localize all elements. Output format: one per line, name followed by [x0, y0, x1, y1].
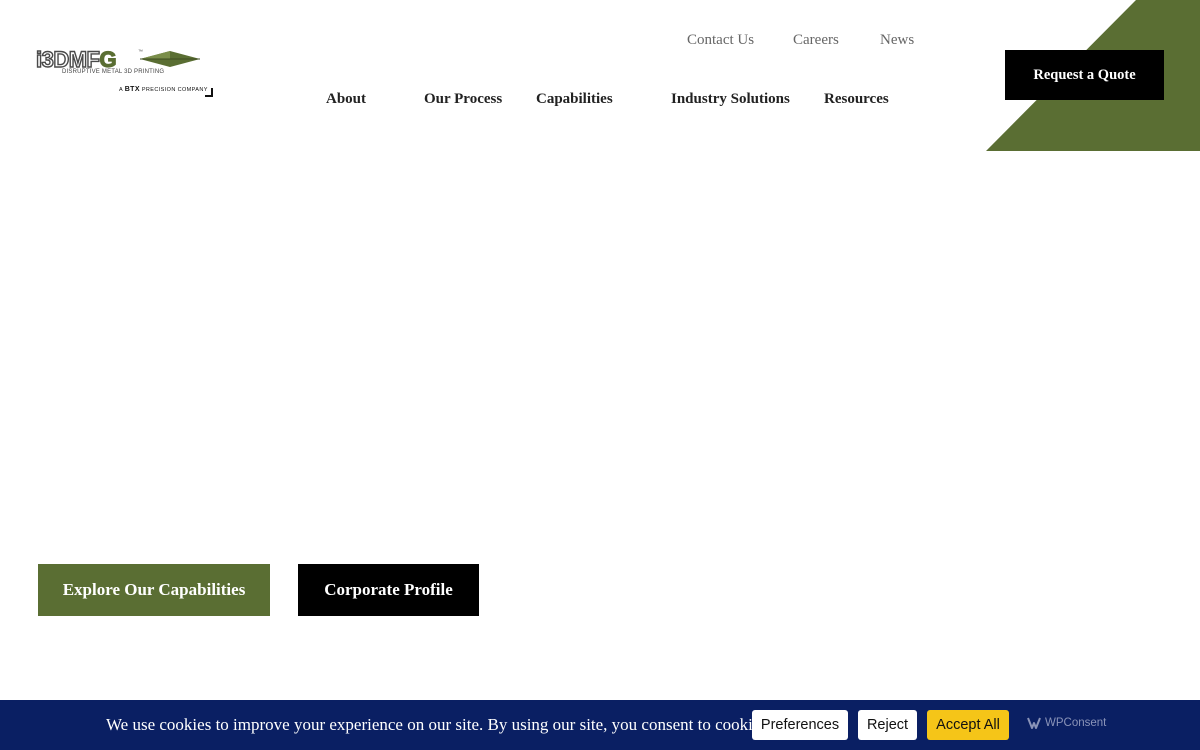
nav-about[interactable]: About: [326, 91, 366, 108]
wpconsent-link[interactable]: WPConsent: [1027, 717, 1106, 729]
wpconsent-label: WPConsent: [1045, 717, 1107, 729]
wpconsent-logo-icon: [1027, 717, 1041, 729]
logo-corner-mark: [205, 88, 213, 97]
nav-news[interactable]: News: [880, 32, 914, 49]
cookie-preferences-button[interactable]: Preferences: [752, 710, 848, 740]
nav-capabilities[interactable]: Capabilities: [536, 91, 613, 108]
logo-tagline: DISRUPTIVE METAL 3D PRINTING: [62, 69, 165, 75]
nav-careers[interactable]: Careers: [793, 32, 839, 49]
site-logo[interactable]: i3DMFG ™ DISRUPTIVE METAL 3D PRINTING A …: [35, 46, 216, 101]
cookie-message: We use cookies to improve your experienc…: [106, 715, 772, 734]
cookie-accept-all-button[interactable]: Accept All: [927, 710, 1009, 740]
cookie-banner: We use cookies to improve your experienc…: [0, 700, 1200, 750]
nav-industry-solutions[interactable]: Industry Solutions: [671, 91, 790, 108]
logo-arrow-icon: [140, 51, 200, 67]
cookie-reject-button[interactable]: Reject: [858, 710, 917, 740]
logo-parent-company: A BTX PRECISION COMPANY: [119, 86, 208, 93]
corporate-profile-button[interactable]: Corporate Profile: [298, 564, 479, 616]
nav-our-process[interactable]: Our Process: [424, 91, 502, 108]
explore-capabilities-button[interactable]: Explore Our Capabilities: [38, 564, 270, 616]
request-quote-button[interactable]: Request a Quote: [1005, 50, 1164, 100]
nav-resources[interactable]: Resources: [824, 91, 889, 108]
nav-contact-us[interactable]: Contact Us: [687, 32, 754, 49]
